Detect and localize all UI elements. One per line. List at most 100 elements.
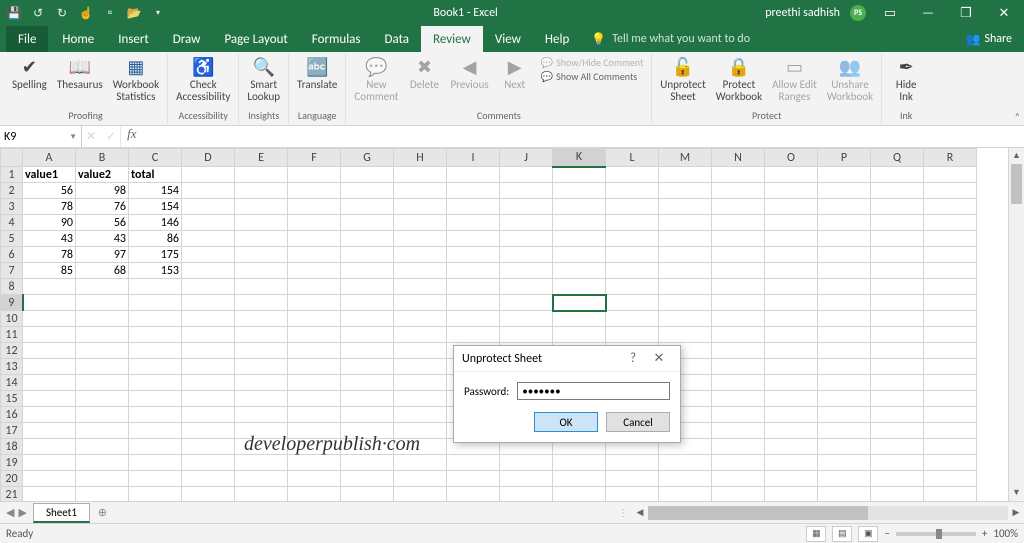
cell-K4[interactable] (553, 215, 606, 231)
cell-O7[interactable] (765, 263, 818, 279)
cell-R15[interactable] (924, 391, 977, 407)
column-header-A[interactable]: A (23, 149, 76, 167)
cell-G19[interactable] (341, 455, 394, 471)
cell-G11[interactable] (341, 327, 394, 343)
cell-D4[interactable] (182, 215, 235, 231)
cell-M5[interactable] (659, 231, 712, 247)
cell-R7[interactable] (924, 263, 977, 279)
cell-I7[interactable] (447, 263, 500, 279)
column-header-R[interactable]: R (924, 149, 977, 167)
cell-P6[interactable] (818, 247, 871, 263)
cell-H10[interactable] (394, 311, 447, 327)
cell-R2[interactable] (924, 183, 977, 199)
cell-J9[interactable] (500, 295, 553, 311)
tab-file[interactable]: File (6, 26, 48, 52)
cell-Q19[interactable] (871, 455, 924, 471)
row-header-14[interactable]: 14 (1, 375, 23, 391)
cell-A9[interactable] (23, 295, 76, 311)
row-header-10[interactable]: 10 (1, 311, 23, 327)
cell-F17[interactable] (288, 423, 341, 439)
hscroll-thumb[interactable] (648, 506, 868, 520)
cell-L21[interactable] (606, 487, 659, 502)
cell-D13[interactable] (182, 359, 235, 375)
cell-H1[interactable] (394, 167, 447, 183)
cell-R11[interactable] (924, 327, 977, 343)
sheet-nav-next-icon[interactable]: ▶ (18, 506, 26, 519)
cell-J6[interactable] (500, 247, 553, 263)
cell-O2[interactable] (765, 183, 818, 199)
cell-O18[interactable] (765, 439, 818, 455)
cell-C14[interactable] (129, 375, 182, 391)
cell-R5[interactable] (924, 231, 977, 247)
cell-I19[interactable] (447, 455, 500, 471)
dialog-help-icon[interactable]: ? (620, 351, 646, 366)
cell-I8[interactable] (447, 279, 500, 295)
cell-F19[interactable] (288, 455, 341, 471)
tab-insert[interactable]: Insert (106, 26, 161, 52)
cell-H5[interactable] (394, 231, 447, 247)
cell-I1[interactable] (447, 167, 500, 183)
cell-A15[interactable] (23, 391, 76, 407)
cell-I9[interactable] (447, 295, 500, 311)
cell-R1[interactable] (924, 167, 977, 183)
cell-O5[interactable] (765, 231, 818, 247)
cell-E7[interactable] (235, 263, 288, 279)
new-file-icon[interactable]: ▫ (102, 5, 118, 21)
cell-M3[interactable] (659, 199, 712, 215)
cell-J2[interactable] (500, 183, 553, 199)
cell-R4[interactable] (924, 215, 977, 231)
ribbon-display-icon[interactable]: ▭ (876, 6, 904, 21)
cell-Q15[interactable] (871, 391, 924, 407)
cell-G12[interactable] (341, 343, 394, 359)
tab-view[interactable]: View (483, 26, 533, 52)
cell-B18[interactable] (76, 439, 129, 455)
cell-D14[interactable] (182, 375, 235, 391)
cell-O14[interactable] (765, 375, 818, 391)
cell-N6[interactable] (712, 247, 765, 263)
cell-H8[interactable] (394, 279, 447, 295)
cell-N9[interactable] (712, 295, 765, 311)
cell-O11[interactable] (765, 327, 818, 343)
cell-A2[interactable]: 56 (23, 183, 76, 199)
password-input[interactable] (517, 382, 670, 400)
cell-J3[interactable] (500, 199, 553, 215)
cell-C6[interactable]: 175 (129, 247, 182, 263)
cell-P5[interactable] (818, 231, 871, 247)
cell-B6[interactable]: 97 (76, 247, 129, 263)
cell-Q4[interactable] (871, 215, 924, 231)
cell-N21[interactable] (712, 487, 765, 502)
cell-I3[interactable] (447, 199, 500, 215)
cell-B1[interactable]: value2 (76, 167, 129, 183)
tab-page-layout[interactable]: Page Layout (212, 26, 299, 52)
cell-H11[interactable] (394, 327, 447, 343)
cell-E5[interactable] (235, 231, 288, 247)
cell-F8[interactable] (288, 279, 341, 295)
sheet-tab-sheet1[interactable]: Sheet1 (33, 503, 90, 523)
user-avatar[interactable]: PS (850, 5, 866, 21)
cell-A4[interactable]: 90 (23, 215, 76, 231)
redo-icon[interactable]: ↻ (54, 5, 70, 21)
cell-H4[interactable] (394, 215, 447, 231)
cell-D2[interactable] (182, 183, 235, 199)
qat-dropdown-icon[interactable]: ▾ (150, 5, 166, 21)
cell-F3[interactable] (288, 199, 341, 215)
cell-D15[interactable] (182, 391, 235, 407)
undo-icon[interactable]: ↺ (30, 5, 46, 21)
cell-C8[interactable] (129, 279, 182, 295)
cell-Q9[interactable] (871, 295, 924, 311)
scroll-down-icon[interactable]: ▼ (1009, 485, 1024, 501)
cell-J10[interactable] (500, 311, 553, 327)
cell-M9[interactable] (659, 295, 712, 311)
cell-G5[interactable] (341, 231, 394, 247)
cell-K8[interactable] (553, 279, 606, 295)
cell-G15[interactable] (341, 391, 394, 407)
cell-E1[interactable] (235, 167, 288, 183)
grid[interactable]: ABCDEFGHIJKLMNOPQR1value1value2total2569… (0, 148, 1008, 501)
cell-N18[interactable] (712, 439, 765, 455)
cell-P13[interactable] (818, 359, 871, 375)
cell-P21[interactable] (818, 487, 871, 502)
cell-L3[interactable] (606, 199, 659, 215)
cell-D12[interactable] (182, 343, 235, 359)
cell-P20[interactable] (818, 471, 871, 487)
name-box[interactable]: K9 ▼ (0, 126, 82, 147)
